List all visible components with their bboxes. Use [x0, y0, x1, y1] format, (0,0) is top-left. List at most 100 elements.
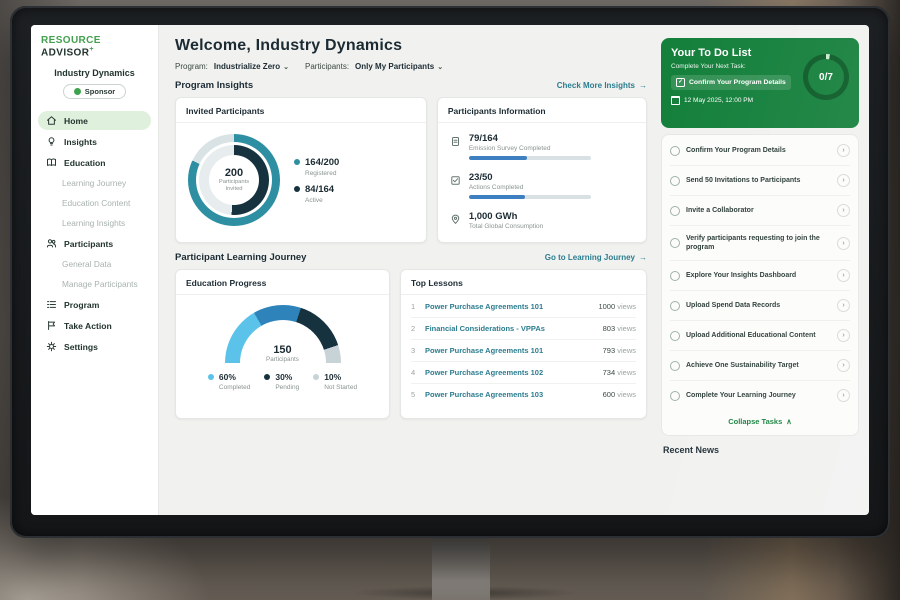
chevron-up-icon: ∧ — [786, 417, 792, 426]
flag-icon — [46, 320, 57, 331]
chevron-right-icon[interactable]: › — [837, 359, 850, 372]
legend-dot — [294, 159, 300, 165]
room-background: { "brand": {"primary": "RESOURCE", "seco… — [0, 0, 900, 600]
gauge-center-label: Participants — [225, 356, 341, 363]
check-more-insights-link[interactable]: Check More Insights → — [557, 81, 647, 90]
progress-bar — [469, 195, 591, 199]
filters-bar: Program: Industrialize Zero ⌄ Participan… — [175, 62, 647, 71]
sponsor-badge-label: Sponsor — [85, 87, 115, 96]
learning-journey-header: Participant Learning Journey Go to Learn… — [175, 252, 647, 263]
chevron-right-icon[interactable]: › — [837, 329, 850, 342]
task-checkbox[interactable] — [670, 176, 680, 186]
sidebar-item-settings[interactable]: Settings — [38, 337, 151, 356]
link-label: Check More Insights — [557, 81, 635, 90]
next-task-label: Confirm Your Program Details — [689, 79, 786, 86]
task-checkbox[interactable] — [670, 206, 680, 216]
arrow-right-icon: → — [639, 81, 647, 90]
checkbox-icon[interactable]: ✓ — [676, 78, 685, 87]
education-gauge-chart: 150 Participants — [225, 305, 341, 363]
link-label: Go to Learning Journey — [545, 253, 635, 262]
progress-bar — [469, 156, 591, 160]
task-checkbox[interactable] — [670, 271, 680, 281]
task-row[interactable]: Confirm Your Program Details › — [670, 136, 850, 166]
task-row[interactable]: Verify participants requesting to join t… — [670, 226, 850, 261]
task-checkbox[interactable] — [670, 301, 680, 311]
chevron-right-icon[interactable]: › — [837, 299, 850, 312]
chevron-right-icon[interactable]: › — [837, 269, 850, 282]
lesson-link[interactable]: Financial Considerations - VPPAs — [425, 324, 545, 333]
sidebar-item-take-action[interactable]: Take Action — [38, 316, 151, 335]
program-select[interactable]: Industrialize Zero ⌄ — [214, 62, 289, 71]
lesson-link[interactable]: Power Purchase Agreements 101 — [425, 346, 543, 355]
chevron-right-icon[interactable]: › — [837, 389, 850, 402]
legend-item-pending: 30% Pending — [264, 372, 299, 391]
card-title: Participants Information — [438, 98, 646, 123]
donut-center-label: Participants Invited — [213, 179, 255, 193]
participants-select-value: Only My Participants — [355, 62, 434, 71]
gauge-legend: 60% Completed 30% Pending 10% Not Starte… — [208, 372, 357, 391]
people-icon — [46, 238, 57, 249]
chevron-right-icon[interactable]: › — [837, 204, 850, 217]
sidebar-item-home[interactable]: Home — [38, 111, 151, 130]
monitor-stand — [432, 536, 490, 600]
task-row[interactable]: Send 50 Invitations to Participants › — [670, 166, 850, 196]
invited-donut-chart: 200 Participants Invited — [188, 134, 280, 226]
card-title: Education Progress — [176, 270, 389, 295]
recent-news-heading: Recent News — [661, 436, 859, 455]
location-pin-icon — [450, 212, 461, 223]
invited-participants-card: Invited Participants 200 Participants In… — [175, 97, 427, 243]
task-checkbox[interactable] — [670, 361, 680, 371]
task-row[interactable]: Complete Your Learning Journey › — [670, 381, 850, 410]
sidebar-item-insights[interactable]: Insights — [38, 132, 151, 151]
todo-progress-ring: 0/7 — [803, 54, 849, 100]
task-row[interactable]: Explore Your Insights Dashboard › — [670, 261, 850, 291]
lesson-link[interactable]: Power Purchase Agreements 103 — [425, 390, 543, 399]
task-row[interactable]: Upload Additional Educational Content › — [670, 321, 850, 351]
legend-dot — [264, 374, 270, 380]
sidebar-item-general-data[interactable]: General Data — [38, 255, 151, 273]
legend-item-not-started: 10% Not Started — [313, 372, 357, 391]
sidebar-item-label: Home — [64, 116, 88, 126]
sidebar-item-learning-journey[interactable]: Learning Journey — [38, 174, 151, 192]
info-row-actions: 23/50 Actions Completed — [450, 166, 634, 205]
sidebar-item-learning-insights[interactable]: Learning Insights — [38, 214, 151, 232]
sidebar-item-education-content[interactable]: Education Content — [38, 194, 151, 212]
collapse-tasks-button[interactable]: Collapse Tasks ∧ — [670, 410, 850, 434]
next-task[interactable]: ✓ Confirm Your Program Details — [671, 75, 791, 90]
home-icon — [46, 115, 57, 126]
go-to-learning-journey-link[interactable]: Go to Learning Journey → — [545, 253, 647, 262]
logo-plus: + — [89, 46, 94, 53]
lesson-link[interactable]: Power Purchase Agreements 102 — [425, 368, 543, 377]
task-checkbox[interactable] — [670, 238, 680, 248]
sidebar-item-education[interactable]: Education — [38, 153, 151, 172]
todo-progress-value: 0/7 — [819, 72, 833, 83]
chevron-right-icon[interactable]: › — [837, 174, 850, 187]
lesson-link[interactable]: Power Purchase Agreements 101 — [425, 302, 543, 311]
task-row[interactable]: Invite a Collaborator › — [670, 196, 850, 226]
learning-journey-cards: Education Progress 150 Participants 60% — [175, 269, 647, 419]
sponsor-badge[interactable]: Sponsor — [63, 84, 126, 99]
info-row-emission-survey: 79/164 Emission Survey Completed — [450, 127, 634, 166]
sidebar-item-manage-participants[interactable]: Manage Participants — [38, 275, 151, 293]
sidebar-item-program[interactable]: Program — [38, 295, 151, 314]
legend-item-active: 84/164 Active — [294, 184, 339, 204]
sidebar-item-participants[interactable]: Participants — [38, 234, 151, 253]
clipboard-icon — [450, 134, 461, 145]
chevron-right-icon[interactable]: › — [837, 144, 850, 157]
task-checkbox[interactable] — [670, 331, 680, 341]
task-checkbox[interactable] — [670, 146, 680, 156]
main-content: Welcome, Industry Dynamics Program: Indu… — [159, 25, 659, 515]
sidebar-item-label: Learning Journey — [62, 178, 126, 188]
lightbulb-icon — [46, 136, 57, 147]
task-row[interactable]: Upload Spend Data Records › — [670, 291, 850, 321]
donut-center-value: 200 — [225, 167, 243, 179]
task-row[interactable]: Achieve One Sustainability Target › — [670, 351, 850, 381]
chevron-right-icon[interactable]: › — [837, 237, 850, 250]
lesson-row: 3 Power Purchase Agreements 101 793 view… — [411, 340, 636, 362]
legend-dot — [208, 374, 214, 380]
participants-select[interactable]: Only My Participants ⌄ — [355, 62, 443, 71]
top-lessons-card: Top Lessons 1 Power Purchase Agreements … — [400, 269, 647, 419]
sidebar-item-label: General Data — [62, 259, 111, 269]
task-checkbox[interactable] — [670, 391, 680, 401]
lesson-row: 1 Power Purchase Agreements 101 1000 vie… — [411, 296, 636, 318]
